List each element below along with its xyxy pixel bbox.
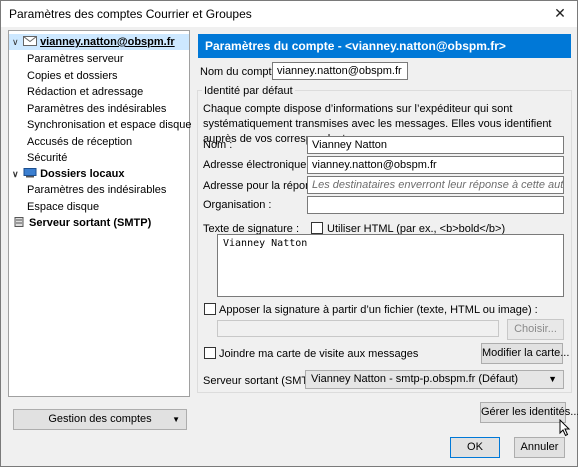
use-html-checkbox[interactable] bbox=[311, 222, 323, 234]
tree-item-local-folders[interactable]: ∨ Dossiers locaux bbox=[12, 166, 124, 182]
account-actions-button[interactable]: Gestion des comptes ▼ bbox=[13, 409, 187, 430]
name-input[interactable]: Vianney Natton bbox=[307, 136, 564, 154]
edit-card-button[interactable]: Modifier la carte... bbox=[481, 343, 569, 364]
tree-item-copies-folders[interactable]: Copies et dossiers bbox=[27, 68, 118, 84]
email-label: Adresse électronique : bbox=[203, 159, 313, 171]
mouse-cursor-icon bbox=[559, 419, 571, 437]
manage-identities-button[interactable]: Gérer les identités... bbox=[480, 402, 578, 423]
mail-account-icon bbox=[23, 36, 38, 46]
smtp-label: Serveur sortant (SMTP) bbox=[29, 217, 152, 229]
tree-item-local-junk[interactable]: Paramètres des indésirables bbox=[27, 182, 166, 198]
tree-item-composition[interactable]: Rédaction et adressage bbox=[27, 84, 143, 100]
settings-window: Paramètres des comptes Courrier et Group… bbox=[0, 0, 578, 467]
title-bar: Paramètres des comptes Courrier et Group… bbox=[1, 1, 577, 27]
choose-file-button[interactable]: Choisir... bbox=[507, 319, 564, 340]
account-label: vianney.natton@obspm.fr bbox=[40, 36, 175, 48]
smtp-server-select[interactable]: Vianney Natton - smtp-p.obspm.fr (Défaut… bbox=[305, 370, 564, 389]
attach-vcard-label: Joindre ma carte de visite aux messages bbox=[219, 348, 419, 360]
chevron-down-icon[interactable]: ∨ bbox=[12, 166, 20, 182]
tree-item-smtp[interactable]: Serveur sortant (SMTP) bbox=[12, 215, 151, 231]
tree-item-account[interactable]: ∨ vianney.natton@obspm.fr bbox=[9, 34, 189, 50]
window-title: Paramètres des comptes Courrier et Group… bbox=[9, 7, 252, 21]
tree-item-sync-disk[interactable]: Synchronisation et espace disque bbox=[27, 117, 192, 133]
local-folders-icon bbox=[23, 168, 37, 178]
local-folders-label: Dossiers locaux bbox=[40, 168, 125, 180]
reply-to-input[interactable]: Les destinataires enverront leur réponse… bbox=[307, 176, 564, 194]
organization-input[interactable] bbox=[307, 196, 564, 214]
dropdown-arrow-icon: ▼ bbox=[172, 415, 180, 424]
attach-vcard-checkbox[interactable] bbox=[204, 347, 216, 359]
tree-item-security[interactable]: Sécurité bbox=[27, 150, 67, 166]
signature-textarea[interactable]: Vianney Natton bbox=[217, 234, 564, 297]
tree-item-disk-space[interactable]: Espace disque bbox=[27, 199, 99, 215]
page-title: Paramètres du compte - <vianney.natton@o… bbox=[198, 34, 571, 58]
tree-item-junk[interactable]: Paramètres des indésirables bbox=[27, 101, 166, 117]
organization-label: Organisation : bbox=[203, 199, 272, 211]
signature-file-input bbox=[217, 320, 499, 337]
cancel-button[interactable]: Annuler bbox=[514, 437, 565, 458]
identity-group-title: Identité par défaut bbox=[202, 85, 295, 97]
attach-signature-checkbox[interactable] bbox=[204, 303, 216, 315]
close-icon[interactable]: ✕ bbox=[549, 3, 571, 23]
chevron-down-icon: ▼ bbox=[548, 374, 557, 384]
tree-item-server-settings[interactable]: Paramètres serveur bbox=[27, 51, 124, 67]
email-input[interactable]: vianney.natton@obspm.fr bbox=[307, 156, 564, 174]
account-name-input[interactable]: vianney.natton@obspm.fr bbox=[272, 62, 408, 80]
outgoing-server-icon bbox=[14, 217, 24, 227]
chevron-down-icon[interactable]: ∨ bbox=[12, 34, 20, 50]
attach-signature-label: Apposer la signature à partir d’un fichi… bbox=[219, 304, 538, 316]
account-tree[interactable]: ∨ vianney.natton@obspm.fr Paramètres ser… bbox=[8, 30, 192, 397]
name-label: Nom : bbox=[203, 139, 233, 151]
smtp-server-value: Vianney Natton - smtp-p.obspm.fr (Défaut… bbox=[311, 373, 519, 385]
ok-button[interactable]: OK bbox=[450, 437, 500, 458]
account-actions-label: Gestion des comptes bbox=[48, 413, 152, 425]
tree-item-receipts[interactable]: Accusés de réception bbox=[27, 134, 132, 150]
